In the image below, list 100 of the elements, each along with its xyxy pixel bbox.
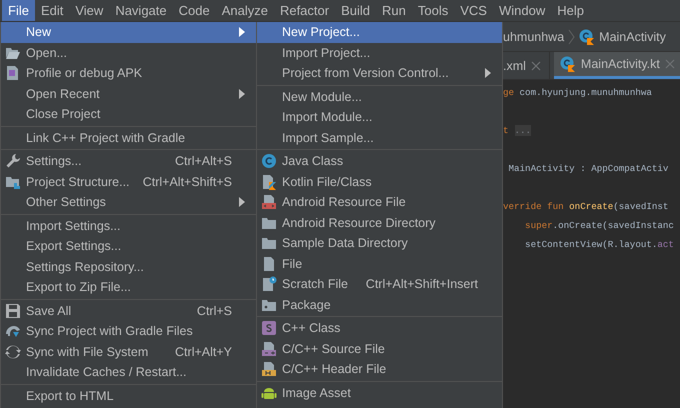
menu-item[interactable]: Export Settings...: [1, 236, 256, 256]
menu-item[interactable]: C++ Class: [257, 318, 502, 338]
close-icon: [664, 59, 675, 69]
menu-item-label: Package: [282, 298, 332, 312]
menu-item-label: Sync Project with Gradle Files: [26, 324, 194, 338]
menu-item[interactable]: New Module...: [257, 86, 502, 107]
kotlin-file-icon: [261, 174, 277, 190]
menu-item[interactable]: Settings... Ctrl+Alt+S: [1, 151, 256, 172]
menu-item[interactable]: Save All Ctrl+S: [1, 300, 256, 321]
menu-title[interactable]: Navigate: [109, 0, 173, 21]
menu-item[interactable]: Scratch File Ctrl+Alt+Shift+Insert: [257, 274, 502, 294]
folder-icon: [261, 235, 277, 252]
shortcut-label: Ctrl+S: [196, 304, 232, 318]
menu-title[interactable]: View: [69, 0, 110, 21]
menu-title[interactable]: VCS: [454, 0, 493, 21]
menu-item[interactable]: Export to HTML: [1, 386, 256, 406]
menu-title[interactable]: Build: [335, 0, 376, 21]
menu-item-label: Close Project: [26, 107, 102, 122]
menu-item[interactable]: Project Structure... Ctrl+Alt+Shift+S: [1, 172, 256, 192]
menu-item-label: C/C++ Header File: [282, 362, 388, 376]
editor-tab[interactable]: MainActivity.kt: [554, 52, 680, 79]
menu-item[interactable]: Kotlin File/Class: [257, 172, 502, 192]
source-file-icon: [261, 340, 277, 357]
menu-item-label: Import Settings...: [26, 218, 122, 233]
refresh-icon: [5, 344, 21, 360]
menu-item[interactable]: Settings Repository...: [1, 256, 256, 277]
menu-item[interactable]: Export to Zip File...: [1, 277, 256, 298]
menu-item[interactable]: Other Settings: [1, 192, 256, 212]
menu-item-label: New Module...: [282, 90, 363, 104]
menu-item-label: Project from Version Control...: [282, 66, 450, 80]
menu-item[interactable]: Invalidate Caches / Restart...: [1, 362, 256, 382]
menu-item[interactable]: Sync with File System Ctrl+Alt+Y: [1, 342, 256, 362]
menu-item[interactable]: Image Asset: [257, 382, 502, 403]
menu-item-label: Android Resource Directory: [282, 216, 437, 230]
breadcrumb-item[interactable]: MainActivity: [599, 30, 666, 44]
menu-title[interactable]: Refactor: [274, 0, 336, 21]
menu-item[interactable]: Import Sample...: [257, 128, 502, 148]
menu-item-label: Import Project...: [282, 46, 372, 60]
menu-item-label: Open...: [26, 46, 68, 60]
class-c-icon: [261, 153, 277, 170]
file-icon: [261, 256, 277, 272]
menu-title[interactable]: Code: [172, 0, 216, 21]
elephant-arrow-icon: [5, 323, 21, 340]
menu-item[interactable]: Open Recent: [1, 84, 256, 104]
menu-item[interactable]: C/C++ Source File: [257, 338, 502, 359]
menu-item[interactable]: C/C++ Header File: [257, 359, 502, 380]
editor-tab[interactable]: .xml: [503, 52, 550, 79]
document-icon: [5, 65, 21, 82]
menu-item-label: Export Settings...: [26, 239, 122, 254]
menu-item-label: Profile or debug APK: [26, 66, 144, 80]
menu-title[interactable]: Run: [376, 0, 412, 21]
code-line: MainActivity : AppCompatActiv: [508, 162, 670, 176]
menu-item[interactable]: Package: [257, 294, 502, 315]
menu-item[interactable]: New Project...: [257, 22, 502, 42]
code-line: setContentView(R.layout.act: [524, 238, 675, 252]
menu-title[interactable]: Edit: [34, 0, 70, 21]
menu-item-label: Android Resource File: [282, 195, 407, 210]
menu-item[interactable]: Sample Data Directory: [257, 233, 502, 254]
menu-item[interactable]: New: [1, 22, 256, 42]
close-icon: [530, 60, 541, 70]
scratch-file-icon: [261, 276, 277, 292]
menu-item[interactable]: File: [257, 254, 502, 274]
menu-item-label: Export to Zip File...: [26, 280, 132, 294]
menu-item[interactable]: Profile or debug APK: [1, 63, 256, 84]
menu-item-label: New Project...: [282, 25, 361, 40]
code-line: ge com.hyunjung.munuhmunhwa: [503, 86, 653, 100]
menu-item[interactable]: Sync Project with Gradle Files: [1, 321, 256, 342]
menu-item[interactable]: Project from Version Control...: [257, 63, 502, 84]
menu-title[interactable]: File: [2, 0, 35, 21]
menu-item-label: Settings Repository...: [26, 260, 145, 274]
menu-item[interactable]: Import Project...: [257, 42, 502, 63]
menu-title[interactable]: Window: [492, 0, 552, 21]
menu-item[interactable]: Import Settings...: [1, 216, 256, 236]
menu-item[interactable]: Link C++ Project with Gradle: [1, 128, 256, 148]
menu-title[interactable]: Tools: [412, 0, 454, 21]
menu-item-label: Kotlin File/Class: [282, 174, 373, 189]
menu-item-label: Scratch File: [282, 277, 349, 292]
menu-item[interactable]: Import Module...: [257, 107, 502, 128]
menu-item[interactable]: Java Class: [257, 151, 502, 172]
chevron-icon: [568, 28, 576, 44]
menu-item[interactable]: Close Project: [1, 104, 256, 124]
menu-item-label: Other Settings: [26, 195, 107, 210]
menu-item-label: Link C++ Project with Gradle: [26, 130, 186, 145]
menu-item-label: Export to HTML: [26, 388, 115, 403]
menu-item-label: Image Asset: [282, 386, 352, 400]
menu-item[interactable]: Open...: [1, 42, 256, 63]
menu-item-label: Invalidate Caches / Restart...: [26, 365, 188, 380]
breadcrumb-item[interactable]: uhmunhwa: [503, 30, 564, 44]
resource-file-icon: [261, 194, 277, 210]
menu-item-label: Import Module...: [282, 110, 374, 124]
header-file-icon: [261, 361, 277, 378]
kotlin-class-icon: [560, 56, 576, 72]
menu-item-label: Project Structure...: [26, 174, 131, 189]
menu-item-label: Save All: [26, 304, 72, 318]
menu-item[interactable]: Android Resource Directory: [257, 212, 502, 233]
code-line: verride fun onCreate(savedInst: [503, 200, 670, 214]
shortcut-label: Ctrl+Alt+Shift+Insert: [366, 277, 478, 292]
menu-item[interactable]: Android Resource File: [257, 192, 502, 212]
menu-title[interactable]: Help: [551, 0, 590, 21]
menu-title[interactable]: Analyze: [216, 0, 274, 21]
